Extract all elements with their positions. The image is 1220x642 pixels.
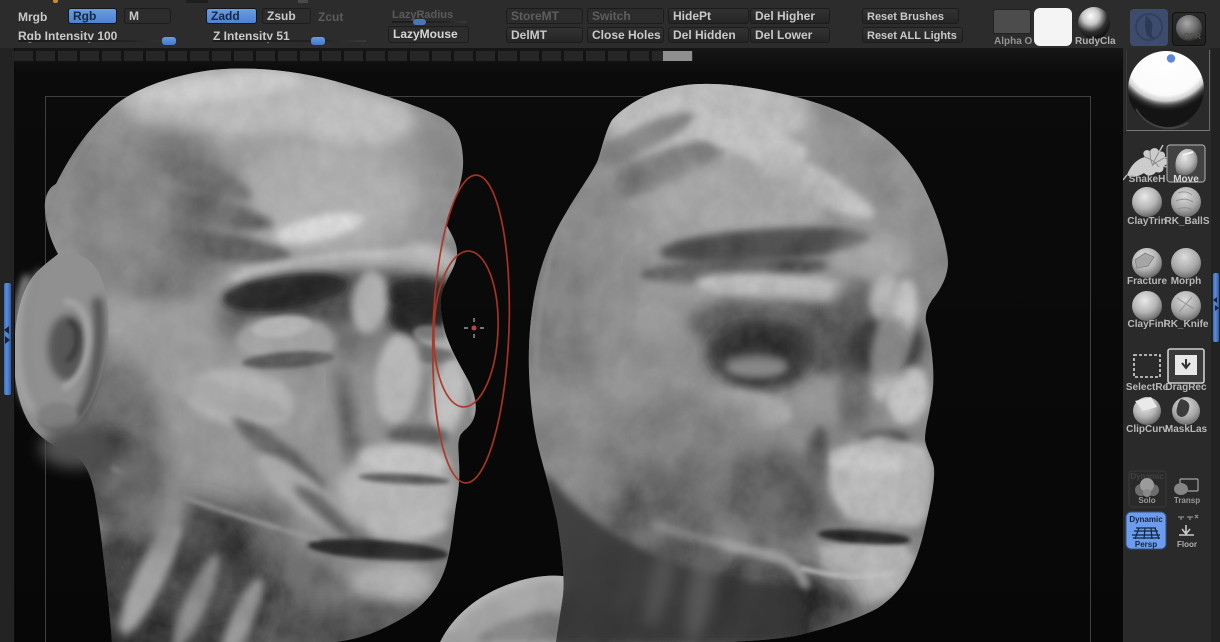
svg-text:Fracture: Fracture [1127,276,1167,287]
svg-text:ClipCurv: ClipCurv [1126,424,1168,435]
svg-text:SnakeH: SnakeH [1129,174,1166,185]
svg-text:DragRec: DragRec [1165,382,1207,393]
svg-text:Morph: Morph [1171,276,1202,287]
svg-text:Floor: Floor [1177,540,1197,549]
svg-text:Move: Move [1173,174,1199,185]
svg-text:Solo: Solo [1138,496,1155,505]
svg-text:MaskLas: MaskLas [1165,424,1208,435]
svg-text:ClayTrin: ClayTrin [1127,216,1166,227]
svg-text:RK_BallS: RK_BallS [1164,216,1209,227]
svg-text:Persp: Persp [1135,540,1157,549]
svg-text:RK_Knife: RK_Knife [1163,319,1208,330]
svg-text:Transp: Transp [1174,496,1200,505]
svg-text:Dynamic: Dynamic [1129,515,1163,524]
svg-text:SelectRe: SelectRe [1126,382,1169,393]
svg-text:ClayFini: ClayFini [1128,319,1167,330]
